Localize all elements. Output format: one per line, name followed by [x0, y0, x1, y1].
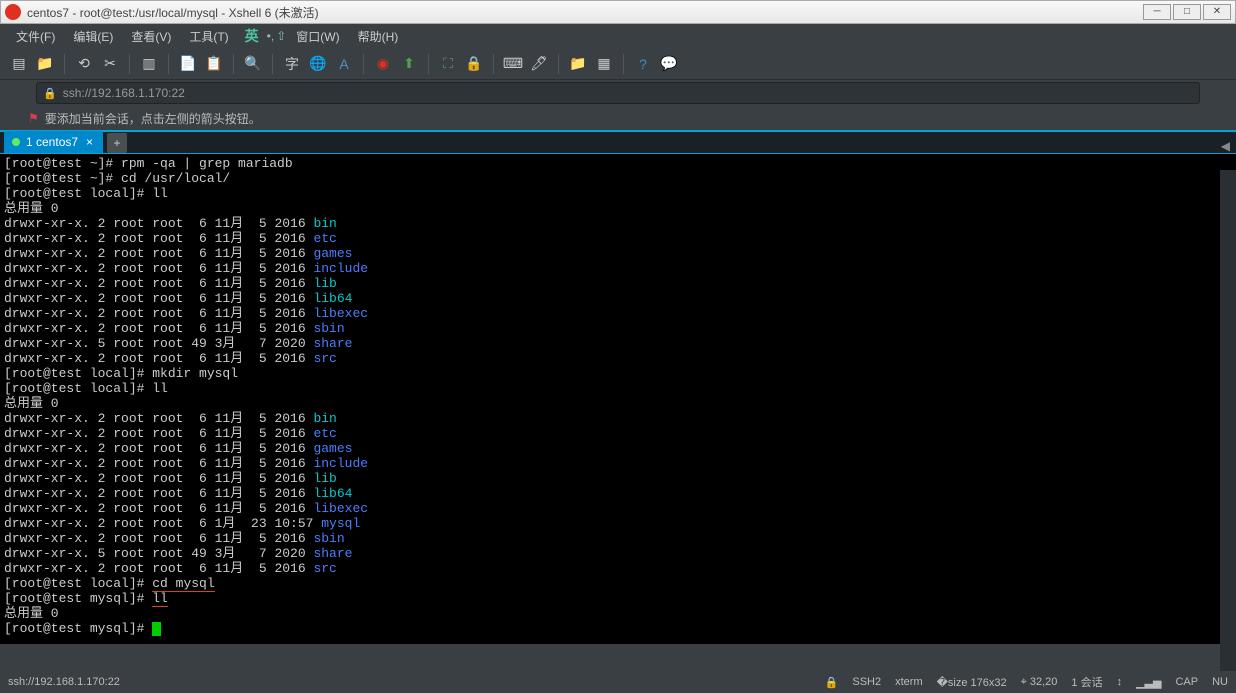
ime-indicator[interactable]: 英: [239, 26, 265, 46]
window-controls: ─ □ ✕: [1143, 4, 1231, 20]
info-flag-icon: ⚑: [28, 111, 39, 125]
menu-help[interactable]: 帮助(H): [350, 26, 407, 47]
close-button[interactable]: ✕: [1203, 4, 1231, 20]
menu-tools[interactable]: 工具(T): [181, 26, 236, 47]
vertical-scrollbar[interactable]: [1220, 170, 1236, 671]
new-folder-icon[interactable]: 📁: [567, 53, 589, 75]
chat-icon[interactable]: 💬: [658, 53, 680, 75]
minimize-button[interactable]: ─: [1143, 4, 1171, 20]
status-size: �size 176x32: [937, 676, 1007, 689]
status-cap: CAP: [1175, 676, 1198, 688]
address-lock-icon: 🔒: [43, 87, 57, 100]
xshell-icon[interactable]: ◉: [372, 53, 394, 75]
status-sessions: 1 会话: [1071, 674, 1102, 690]
status-address: ssh://192.168.1.170:22: [8, 676, 120, 688]
status-updown-icon: ↕: [1117, 676, 1123, 688]
app-icon: [5, 4, 21, 20]
status-ssh: SSH2: [852, 676, 881, 688]
layout-icon[interactable]: ▦: [593, 53, 615, 75]
fullscreen-icon[interactable]: ⛶: [437, 53, 459, 75]
addressbar: 🔒 ssh://192.168.1.170:22: [8, 80, 1228, 106]
disconnect-icon[interactable]: ✂: [99, 53, 121, 75]
session-tab[interactable]: 1 centos7 ×: [4, 131, 103, 153]
address-input[interactable]: 🔒 ssh://192.168.1.170:22: [36, 82, 1200, 104]
tab-add-button[interactable]: +: [107, 133, 127, 153]
address-text: ssh://192.168.1.170:22: [63, 86, 185, 100]
reconnect-icon[interactable]: ⟲: [73, 53, 95, 75]
terminal[interactable]: [root@test ~]# rpm -qa | grep mariadb [r…: [0, 154, 1236, 644]
help-icon[interactable]: ?: [632, 53, 654, 75]
font-icon[interactable]: A: [333, 53, 355, 75]
globe-icon[interactable]: 🌐: [307, 53, 329, 75]
status-num: NU: [1212, 676, 1228, 688]
properties-icon[interactable]: ▥: [138, 53, 160, 75]
ime-shape-icon[interactable]: ⇧: [276, 29, 286, 43]
menu-window[interactable]: 窗口(W): [288, 26, 347, 47]
tabbar: 1 centos7 × + ◀: [0, 130, 1236, 154]
infobar: ⚑ 要添加当前会话，点击左侧的箭头按钮。: [0, 106, 1236, 130]
status-cursor: ⌖ 32,20: [1021, 676, 1058, 689]
tabbar-arrow-icon[interactable]: ◀: [1221, 139, 1230, 153]
infobar-text: 要添加当前会话，点击左侧的箭头按钮。: [45, 110, 261, 127]
encoding-icon[interactable]: 字: [281, 53, 303, 75]
menu-file[interactable]: 文件(F): [8, 26, 63, 47]
maximize-button[interactable]: □: [1173, 4, 1201, 20]
status-dot-icon: [12, 138, 20, 146]
keyboard-icon[interactable]: ⌨: [502, 53, 524, 75]
highlight-icon[interactable]: 🖊: [528, 53, 550, 75]
toolbar: ▤ 📁 ⟲ ✂ ▥ 📄 📋 🔍 字 🌐 A ◉ ⬆ ⛶ 🔒 ⌨ 🖊 📁 ▦ ? …: [0, 48, 1236, 80]
lock-icon[interactable]: 🔒: [463, 53, 485, 75]
tab-label: 1 centos7: [26, 135, 78, 149]
window-title: centos7 - root@test:/usr/local/mysql - X…: [27, 4, 1143, 21]
paste-icon[interactable]: 📋: [203, 53, 225, 75]
copy-icon[interactable]: 📄: [177, 53, 199, 75]
status-signal-icon: ▁▃▅: [1136, 676, 1161, 689]
menu-edit[interactable]: 编辑(E): [65, 26, 121, 47]
menu-view[interactable]: 查看(V): [123, 26, 179, 47]
tab-close-icon[interactable]: ×: [84, 135, 95, 149]
status-term: xterm: [895, 676, 923, 688]
statusbar: ssh://192.168.1.170:22 🔒 SSH2 xterm �siz…: [0, 671, 1236, 693]
open-icon[interactable]: 📁: [34, 53, 56, 75]
menubar: 文件(F) 编辑(E) 查看(V) 工具(T) 英 •, ⇧ 窗口(W) 帮助(…: [0, 24, 1236, 48]
status-lock-icon: 🔒: [825, 676, 839, 689]
xftp-icon[interactable]: ⬆: [398, 53, 420, 75]
titlebar: centos7 - root@test:/usr/local/mysql - X…: [0, 0, 1236, 24]
search-icon[interactable]: 🔍: [242, 53, 264, 75]
new-session-icon[interactable]: ▤: [8, 53, 30, 75]
ime-punct-icon[interactable]: •,: [267, 29, 275, 43]
